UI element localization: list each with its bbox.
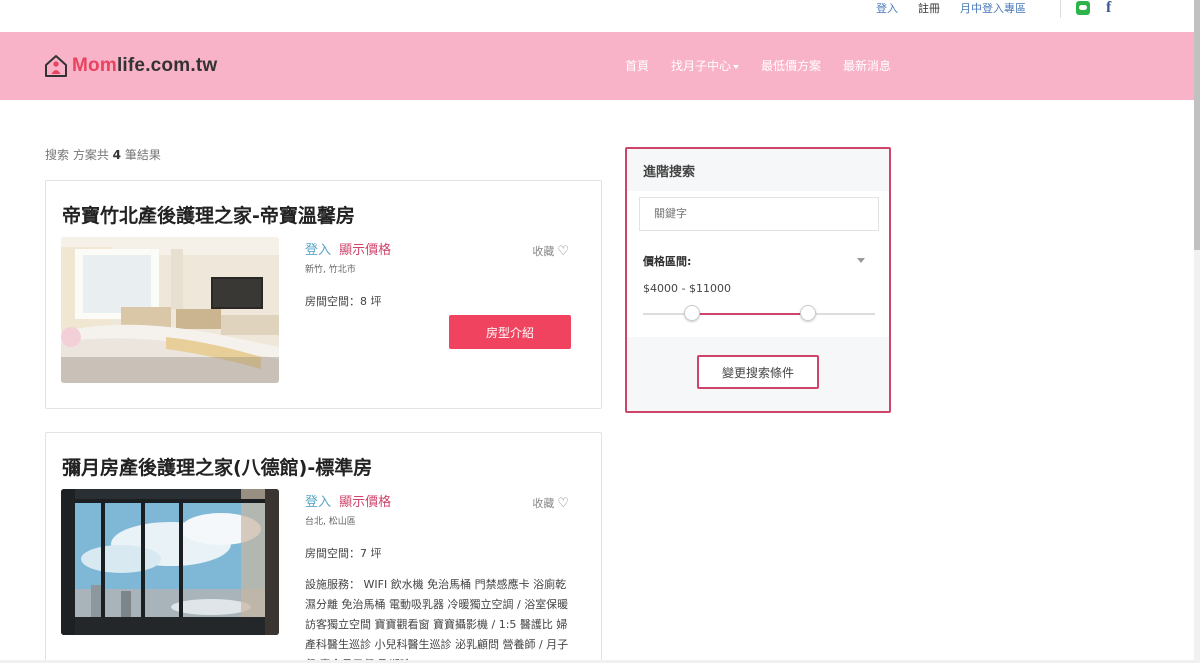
result-count-number: 4 [112, 148, 122, 162]
favorite-button[interactable]: 收藏 ♡ [532, 495, 569, 511]
price-range-label: 價格區間: [643, 255, 692, 268]
result-count-suffix: 筆結果 [124, 148, 161, 162]
facebook-icon[interactable]: f [1106, 0, 1111, 17]
center-login-link[interactable]: 月中登入專區 [950, 2, 1036, 16]
listing-card: 彌月房產後護理之家(八德館)-標準房 登入 顯示價格 台北, 松山區 房間空間：… [45, 432, 602, 663]
change-search-button[interactable]: 變更搜索條件 [697, 355, 819, 389]
show-price-link[interactable]: 顯示價格 [339, 243, 391, 258]
price-slider-fill [691, 313, 808, 315]
listing-title[interactable]: 帝寶竹北產後護理之家-帝寶溫馨房 [62, 201, 355, 228]
page-scrollbar[interactable] [1194, 0, 1200, 663]
line-icon[interactable] [1076, 1, 1090, 15]
scrollbar-thumb[interactable] [1194, 0, 1200, 250]
register-link[interactable]: 註冊 [908, 2, 950, 16]
divider [1060, 0, 1061, 18]
listing-location: 台北, 松山區 [305, 517, 356, 527]
room-photo[interactable] [61, 237, 279, 383]
favorite-label: 收藏 [532, 497, 555, 510]
room-size: 房間空間：7 坪 [305, 547, 382, 560]
amenities-list: 設施服務： WIFI 飲水機 免治馬桶 門禁感應卡 浴廁乾濕分離 免治馬桶 電動… [305, 578, 569, 663]
chevron-down-icon [733, 64, 740, 69]
advanced-search-panel: 進階搜索 價格區間: $4000 - $11000 變更搜索條件 [625, 147, 891, 413]
account-links: 登入 註冊 月中登入專區 [866, 2, 1036, 16]
nav-find-center-label: 找月子中心 [671, 59, 732, 73]
room-photo[interactable] [61, 489, 279, 635]
listing-card: 帝寶竹北產後護理之家-帝寶溫馨房 登入 顯示價格 新竹, 竹北市 房間空間：8 [45, 180, 602, 409]
top-utility-bar: 登入 註冊 月中登入專區 f [0, 0, 1194, 32]
nav-news[interactable]: 最新消息 [832, 58, 902, 74]
price-slider-max-handle[interactable] [799, 305, 816, 321]
price-login-link[interactable]: 登入 [305, 243, 331, 258]
price-slider-min-handle[interactable] [683, 305, 700, 321]
listing-title[interactable]: 彌月房產後護理之家(八德館)-標準房 [62, 453, 372, 480]
favorite-label: 收藏 [532, 245, 555, 258]
brand-suffix: life.com.tw [116, 55, 218, 76]
brand-prefix: Mom [72, 55, 117, 76]
price-range-separator: - [681, 282, 686, 295]
listing-info: 登入 顯示價格 台北, 松山區 房間空間：7 坪 設施服務： WIFI 飲水機 … [305, 491, 575, 663]
price-range-text: $4000 - $11000 [643, 282, 731, 295]
price-range-max: $11000 [688, 282, 731, 295]
price-login-link[interactable]: 登入 [305, 495, 331, 510]
nav-find-center[interactable]: 找月子中心 [660, 58, 750, 74]
room-size: 房間空間：8 坪 [305, 295, 382, 308]
show-price-link[interactable]: 顯示價格 [339, 495, 391, 510]
nav-lowest-price[interactable]: 最低價方案 [750, 58, 832, 74]
heart-icon: ♡ [557, 243, 569, 259]
chevron-down-icon[interactable] [857, 258, 865, 263]
result-count: 搜索 方案共 4 筆結果 [45, 146, 161, 163]
listing-location: 新竹, 竹北市 [305, 265, 356, 275]
price-range-min: $4000 [643, 282, 678, 295]
advanced-search-title: 進階搜索 [627, 149, 889, 191]
result-count-prefix: 搜索 方案共 [45, 148, 109, 162]
favorite-button[interactable]: 收藏 ♡ [532, 243, 569, 259]
room-intro-button[interactable]: 房型介紹 [449, 315, 571, 349]
price-slider-track[interactable] [643, 313, 875, 315]
advanced-search-footer: 變更搜索條件 [627, 337, 889, 411]
house-logo-icon [44, 54, 68, 78]
nav-home[interactable]: 首頁 [614, 58, 660, 74]
brand-name: Momlife.com.tw [72, 55, 217, 77]
main-header: Momlife.com.tw 首頁 找月子中心 最低價方案 最新消息 [0, 32, 1194, 100]
heart-icon: ♡ [557, 495, 569, 511]
login-link[interactable]: 登入 [866, 2, 908, 16]
keyword-input[interactable] [639, 197, 879, 231]
main-nav: 首頁 找月子中心 最低價方案 最新消息 [614, 58, 902, 74]
site-logo[interactable]: Momlife.com.tw [44, 54, 217, 78]
